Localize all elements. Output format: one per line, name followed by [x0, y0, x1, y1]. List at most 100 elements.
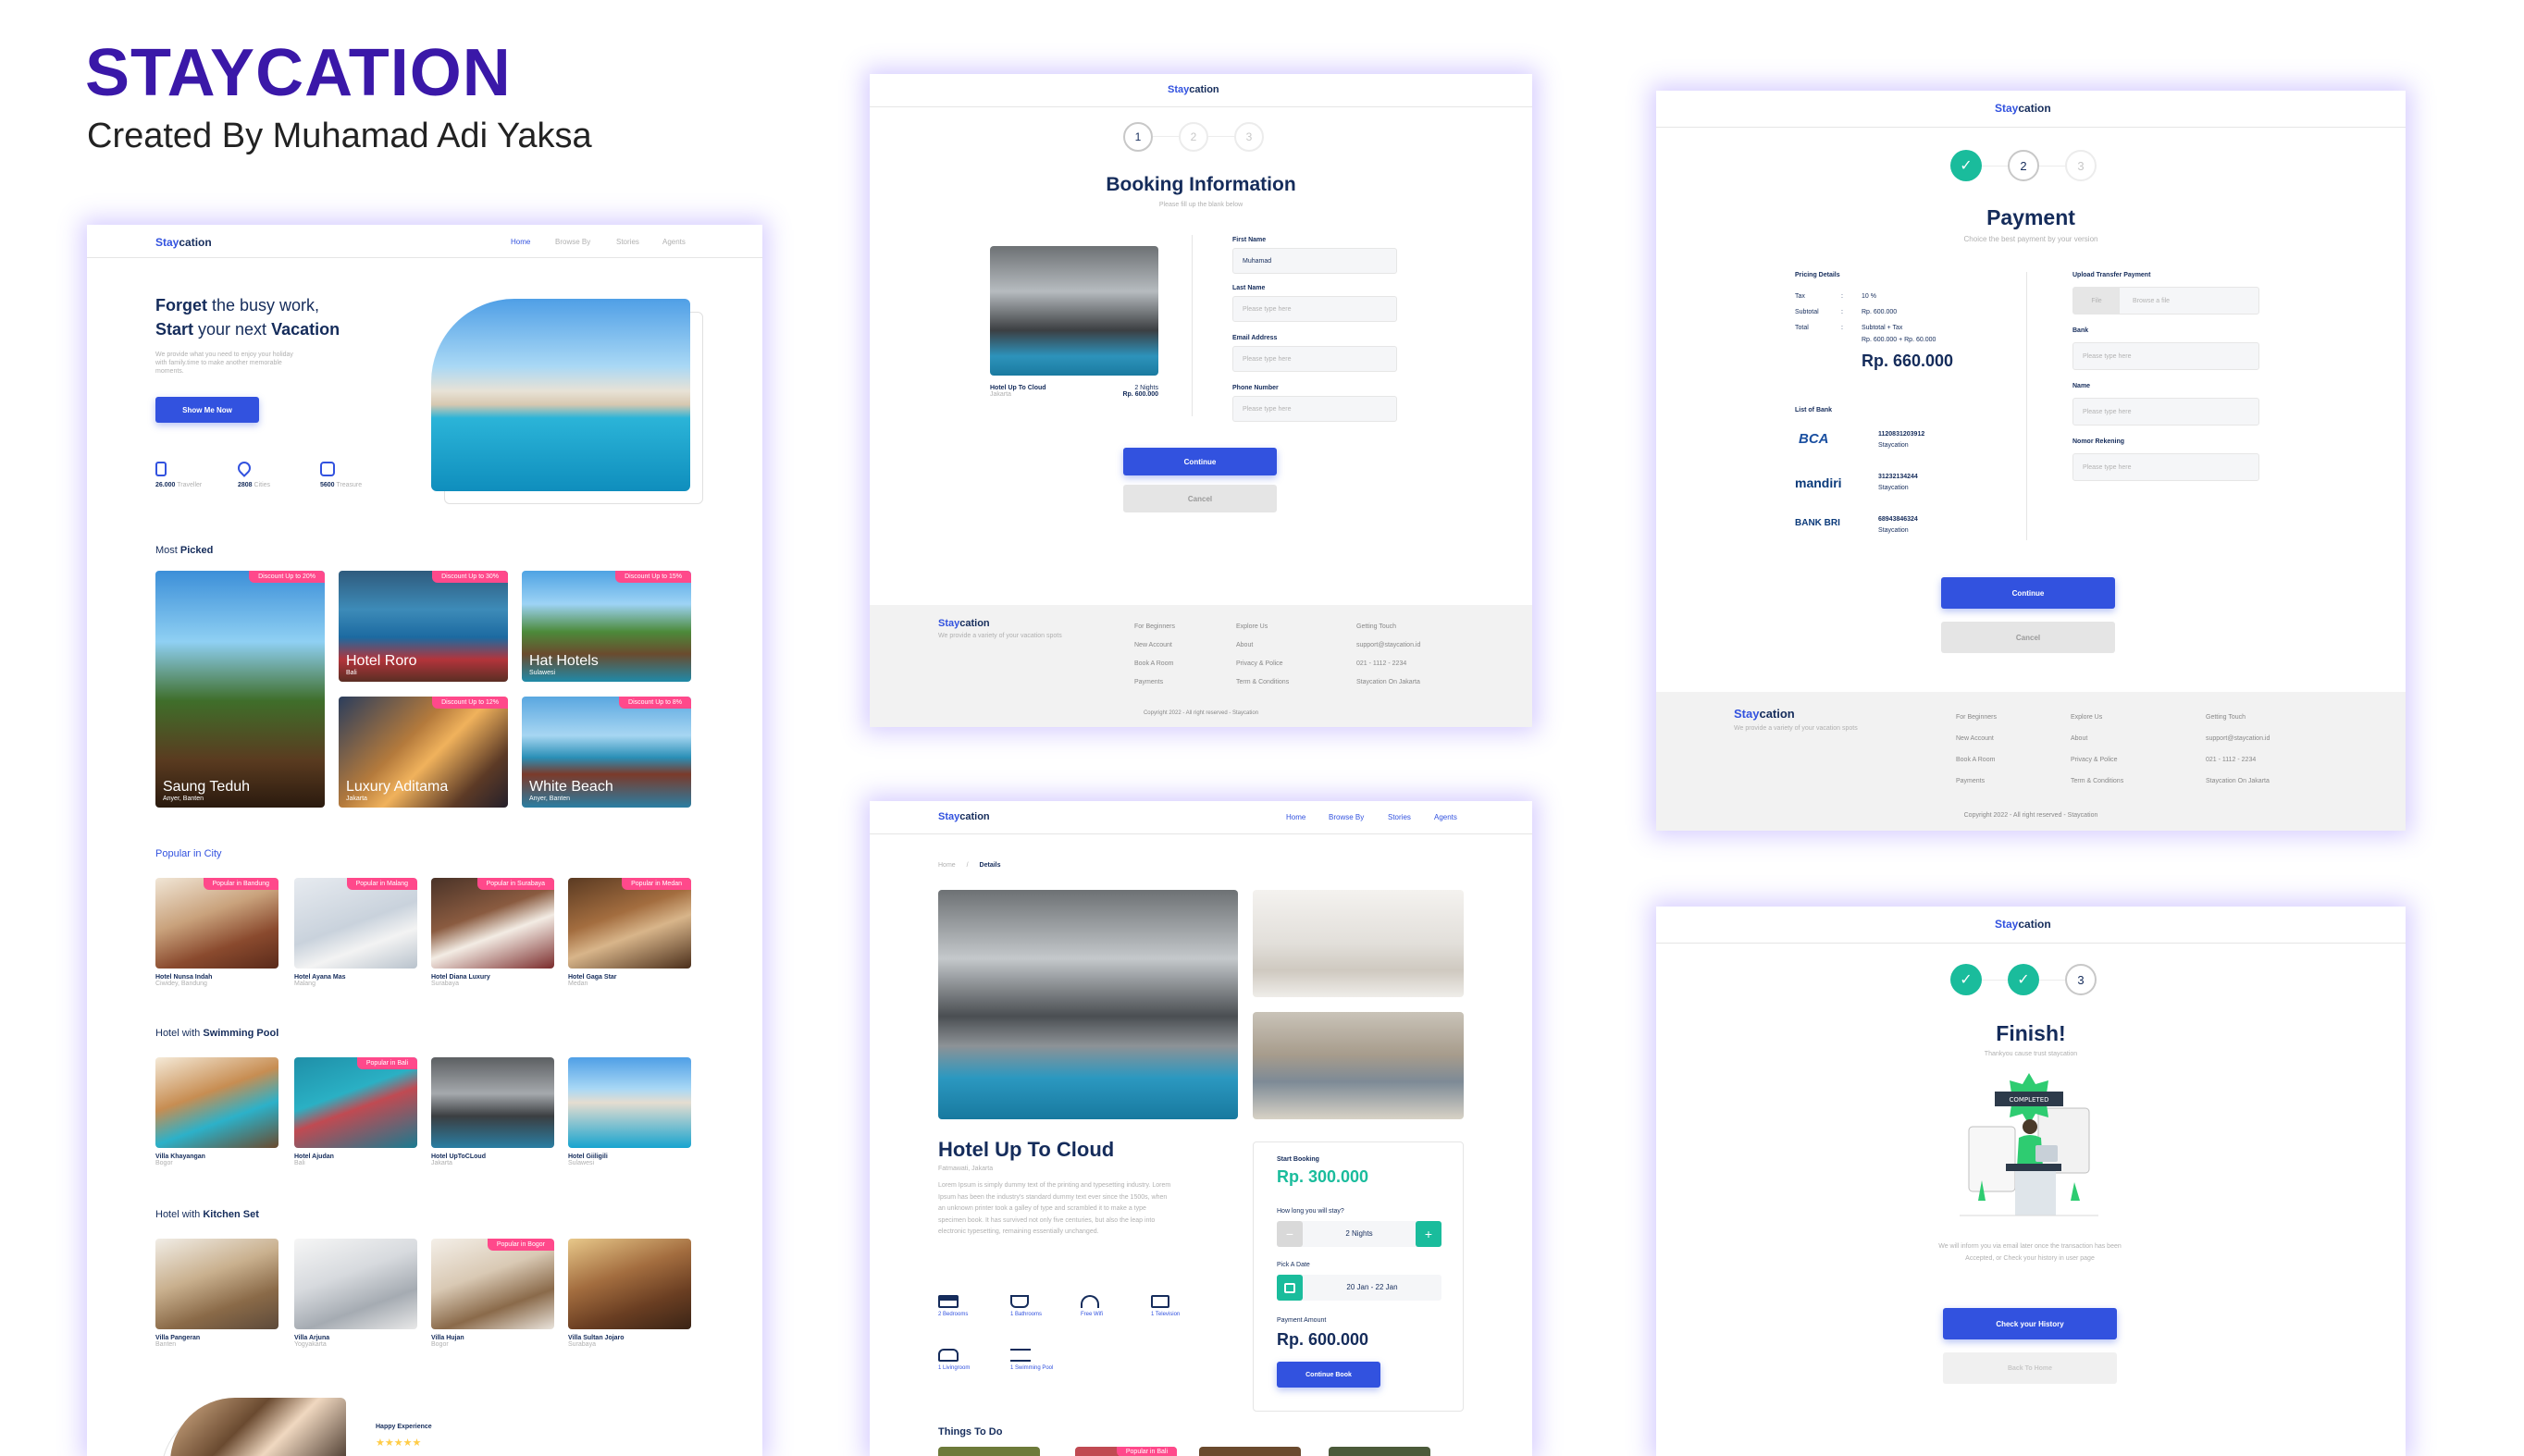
- nav-agents[interactable]: Agents: [662, 238, 686, 246]
- nav-home[interactable]: Home: [511, 238, 530, 246]
- finish-logo[interactable]: Staycation: [1995, 918, 2051, 931]
- nav-stories[interactable]: Stories: [616, 238, 639, 246]
- section-title: Hotel with Swimming Pool: [155, 1028, 279, 1039]
- category-card[interactable]: [294, 1239, 417, 1329]
- finish-message: We will inform you via email later once …: [1938, 1243, 2122, 1262]
- continue-book-button[interactable]: Continue Book: [1277, 1362, 1380, 1388]
- continue-button[interactable]: Continue: [1123, 448, 1277, 475]
- name-label: Name: [2072, 383, 2091, 389]
- pricing-rows: Tax:10 % Subtotal: Rp. 600.000 Total: Subt…: [1795, 293, 1903, 331]
- hotel-location: Jakarta: [346, 796, 367, 802]
- minus-button[interactable]: −: [1277, 1221, 1303, 1247]
- plus-button[interactable]: +: [1416, 1221, 1441, 1247]
- category-caption: Hotel Giiligili Sulawesi: [568, 1154, 608, 1166]
- nav-browse[interactable]: Browse By: [1329, 813, 1364, 821]
- bed-icon: [938, 1295, 959, 1308]
- check-history-button[interactable]: Check your History: [1943, 1308, 2117, 1339]
- category-card[interactable]: Popular in Bandung: [155, 878, 278, 969]
- step-2: 2: [2008, 150, 2039, 181]
- category-caption: Villa Hujan Bogor: [431, 1335, 464, 1348]
- picked-card-3[interactable]: Discount Up to 15% Hat Hotels Sulawesi: [522, 571, 691, 682]
- gallery-image-2[interactable]: [1253, 890, 1464, 997]
- calendar-icon: [1277, 1275, 1303, 1301]
- popular-badge: Popular in Malang: [346, 878, 417, 890]
- bank-input[interactable]: Please type here: [2072, 342, 2259, 370]
- nav-browse[interactable]: Browse By: [555, 238, 590, 246]
- picked-card-1[interactable]: Discount Up to 20% Saung Teduh Anyer, Ban…: [155, 571, 325, 808]
- payment-divider: [2026, 272, 2027, 540]
- name-input[interactable]: Please type here: [2072, 398, 2259, 426]
- category-card[interactable]: Popular in Medan: [568, 878, 691, 969]
- feature-wifi: Free Wifi: [1081, 1295, 1103, 1317]
- footer-col-1: For Beginners New Account Book A Room Payme…: [1134, 623, 1175, 685]
- step-3: 3: [1234, 122, 1264, 152]
- account-number-label: Nomor Rekening: [2072, 438, 2125, 445]
- discount-badge: Discount Up to 8%: [619, 697, 691, 709]
- start-price: Rp. 300.000: [1277, 1167, 1369, 1186]
- total-price: Rp. 660.000: [1862, 352, 1954, 370]
- category-card[interactable]: [155, 1239, 278, 1329]
- cities-icon: [235, 459, 254, 477]
- main-gallery-image[interactable]: [938, 890, 1238, 1119]
- phone-input[interactable]: Please type here: [1232, 396, 1397, 422]
- hotel-location: Fatmawati, Jakarta: [938, 1166, 994, 1172]
- category-card[interactable]: [431, 1057, 554, 1148]
- payment-logo[interactable]: Staycation: [1995, 102, 2051, 115]
- discount-badge: Discount Up to 20%: [249, 571, 325, 583]
- category-card[interactable]: Popular in Bali: [294, 1057, 417, 1148]
- details-logo[interactable]: Staycation: [938, 811, 990, 822]
- nav-home[interactable]: Home: [1286, 813, 1305, 821]
- footer-col-2: Explore Us About Privacy & Police Term & Co…: [1236, 623, 1290, 685]
- landing-logo[interactable]: Staycation: [155, 236, 212, 249]
- category-card[interactable]: [155, 1057, 278, 1148]
- things-card-1[interactable]: [938, 1447, 1040, 1456]
- hotel-location: Anyer, Banten: [163, 796, 204, 802]
- booking-page-card: Staycation 1 2 3 Booking Information Ple…: [870, 74, 1532, 727]
- booking-logo[interactable]: Staycation: [1168, 84, 1219, 95]
- category-caption: Villa Sultan Jojaro Surabaya: [568, 1335, 625, 1348]
- show-me-now-button[interactable]: Show Me Now: [155, 397, 259, 423]
- gallery-image-3[interactable]: [1253, 1012, 1464, 1119]
- things-card-4[interactable]: [1329, 1447, 1430, 1456]
- file-button[interactable]: File: [2073, 288, 2120, 314]
- hotel-name: Hotel Roro: [346, 653, 417, 669]
- cancel-button[interactable]: Cancel: [1941, 622, 2115, 653]
- category-card[interactable]: [568, 1057, 691, 1148]
- nav-stories[interactable]: Stories: [1388, 813, 1411, 821]
- things-card-2[interactable]: Popular in Bali: [1075, 1447, 1177, 1456]
- step-1: 1: [1123, 122, 1153, 152]
- date-picker[interactable]: 20 Jan - 22 Jan: [1277, 1275, 1441, 1301]
- hotel-location: Bali: [346, 670, 357, 676]
- account-number-input[interactable]: Please type here: [2072, 453, 2259, 481]
- category-card[interactable]: Popular in Bogor: [431, 1239, 554, 1329]
- picked-card-4[interactable]: Discount Up to 12% Luxury Aditama Jakarta: [339, 697, 508, 808]
- email-input[interactable]: Please type here: [1232, 346, 1397, 372]
- cancel-button[interactable]: Cancel: [1123, 485, 1277, 512]
- category-card[interactable]: Popular in Surabaya: [431, 878, 554, 969]
- things-card-3[interactable]: [1199, 1447, 1301, 1456]
- check-icon: ✓: [1960, 972, 1973, 988]
- category-card[interactable]: Popular in Malang: [294, 878, 417, 969]
- testimonial-image: [170, 1398, 346, 1456]
- continue-button[interactable]: Continue: [1941, 577, 2115, 609]
- category-card[interactable]: [568, 1239, 691, 1329]
- section-title: Hotel with Kitchen Set: [155, 1209, 259, 1220]
- payment-subtitle: Choice the best payment by your version: [1963, 235, 2098, 243]
- breadcrumb-home[interactable]: Home: [938, 862, 956, 869]
- picked-card-5[interactable]: Discount Up to 8% White Beach Anyer, Bant…: [522, 697, 691, 808]
- nights-stepper[interactable]: − 2 Nights +: [1277, 1221, 1441, 1247]
- date-range: 20 Jan - 22 Jan: [1346, 1283, 1398, 1291]
- category-caption: Hotel Gaga Star Medan: [568, 974, 617, 987]
- file-input[interactable]: File Browse a file: [2072, 287, 2259, 315]
- page-subtitle: Created By Muhamad Adi Yaksa: [87, 117, 592, 155]
- finish-page-card: Staycation ✓ ✓ 3 Finish! Thankyou cause …: [1656, 907, 2406, 1456]
- nav-agents[interactable]: Agents: [1434, 813, 1457, 821]
- mandiri-logo: mandiri: [1795, 475, 1842, 490]
- picked-card-2[interactable]: Discount Up to 30% Hotel Roro Bali: [339, 571, 508, 682]
- back-to-home-button[interactable]: Back To Home: [1943, 1352, 2117, 1384]
- email-label: Email Address: [1232, 335, 1278, 341]
- footer-logo: Staycation: [938, 618, 990, 629]
- first-name-input[interactable]: Muhamad: [1232, 248, 1397, 274]
- pricing-calc: Rp. 600.000 + Rp. 60.000: [1862, 337, 1936, 343]
- last-name-input[interactable]: Please type here: [1232, 296, 1397, 322]
